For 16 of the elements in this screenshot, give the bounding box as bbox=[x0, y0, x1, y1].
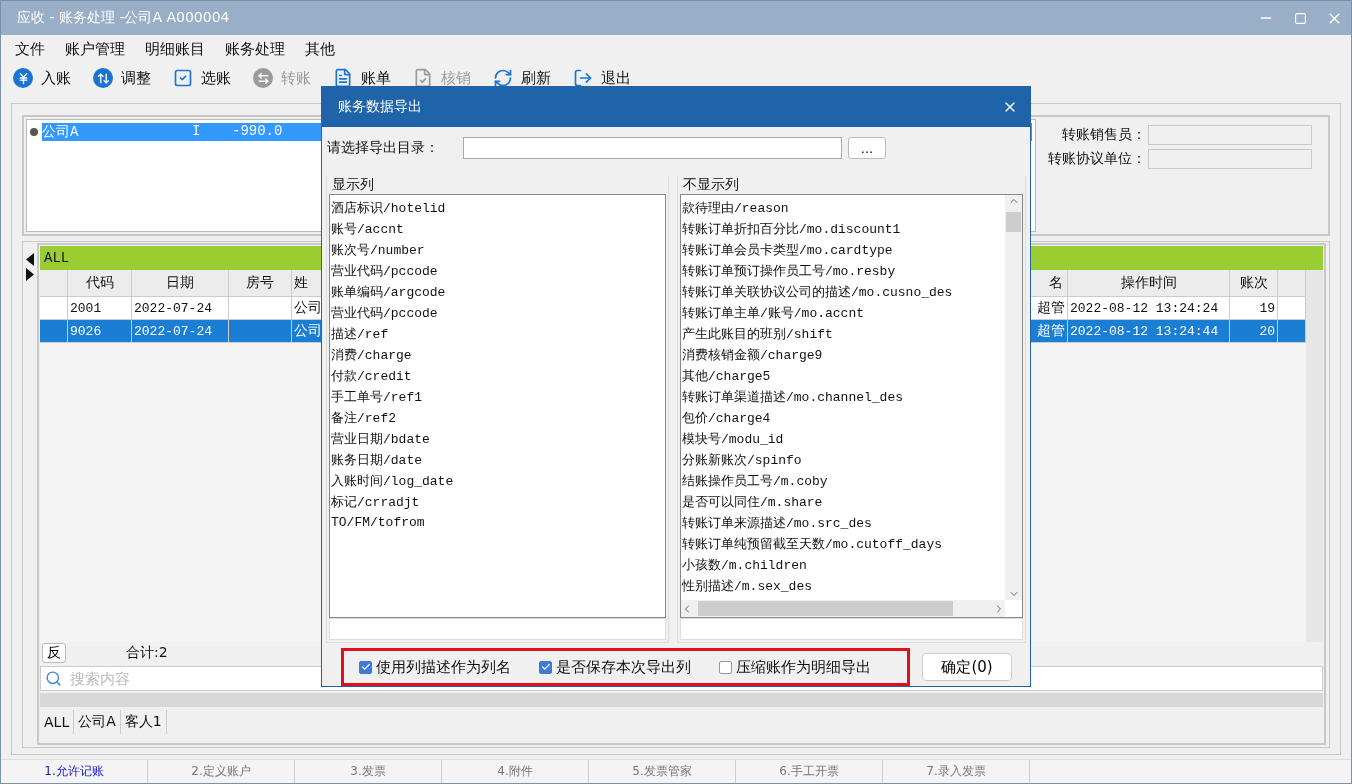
total-count: 合计:2 bbox=[126, 644, 168, 662]
table-cell: 2022-08-12 13:24:44 bbox=[1068, 320, 1230, 342]
field-label: 转账销售员： bbox=[1062, 126, 1146, 144]
table-cell: 2001 bbox=[68, 297, 132, 319]
group-title: 不显示列 bbox=[682, 176, 740, 194]
dialog-title: 账务数据导出 bbox=[338, 98, 422, 116]
table-cell: 2022-07-24 bbox=[132, 297, 229, 319]
table-cell: 9026 bbox=[68, 320, 132, 342]
table-cell: 20 bbox=[1230, 320, 1278, 342]
table-cell: 19 bbox=[1230, 297, 1278, 319]
field-label: 转账协议单位： bbox=[1048, 150, 1146, 168]
table-cell: 2022-07-24 bbox=[132, 320, 229, 342]
group-title: 显示列 bbox=[331, 176, 375, 194]
window-title: 应收 - 账务处理 -公司A A000004 bbox=[17, 9, 231, 27]
directory-label: 请选择导出目录： bbox=[327, 139, 440, 157]
table-cell: 2022-08-12 13:24:24 bbox=[1068, 297, 1230, 319]
